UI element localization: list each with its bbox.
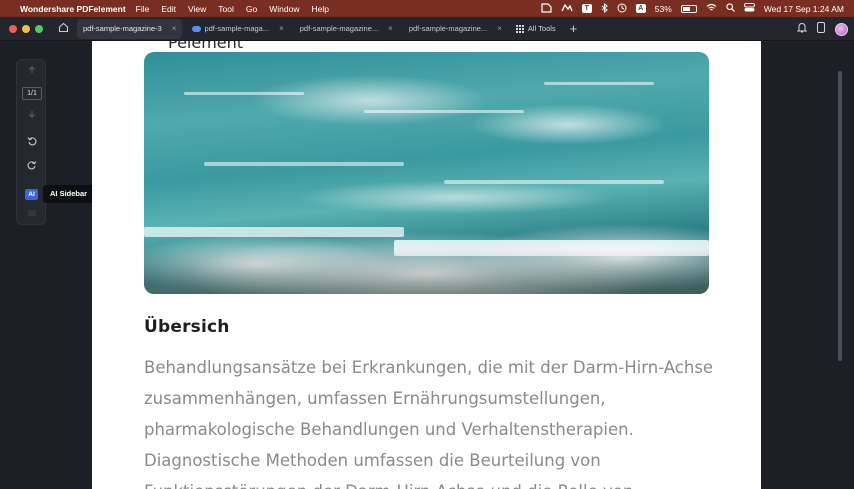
menu-edit[interactable]: Edit — [161, 4, 176, 14]
body-line: zusammenhängen, umfassen Ernährungsumste… — [144, 389, 606, 408]
all-tools-tab[interactable]: All Tools — [515, 24, 556, 33]
cloud-sync-icon[interactable] — [561, 3, 573, 15]
avatar[interactable] — [835, 22, 848, 36]
page-navigation-toolbar: 1/1 AI — [16, 59, 46, 225]
tab-document-1[interactable]: pdf-sample-magazine-3 × — [77, 18, 183, 39]
cloud-icon — [192, 25, 202, 32]
more-icon[interactable] — [17, 208, 47, 218]
tab-label: pdf-sample-maga... — [204, 24, 270, 33]
body-line: Diagnostische Methoden umfassen die Beur… — [144, 451, 601, 470]
tab-document-4[interactable]: pdf-sample-magazine... × — [403, 19, 508, 39]
menubar-status-area: T A 53% Wed 17 Sep 1:24 AM — [541, 0, 844, 17]
tab-label: pdf-sample-magazine... — [408, 24, 488, 33]
all-tools-label: All Tools — [527, 24, 556, 33]
body-line: Funktionsstörungen der Darm-Hirn-Achse u… — [144, 476, 724, 489]
menu-tool[interactable]: Tool — [218, 4, 234, 14]
bell-icon[interactable] — [796, 22, 808, 36]
menu-help[interactable]: Help — [311, 4, 328, 14]
control-center-icon[interactable] — [743, 3, 755, 14]
tab-label: pdf-sample-magazine-3 — [83, 24, 162, 33]
rotate-left-icon[interactable] — [17, 136, 47, 148]
search-icon[interactable] — [726, 3, 735, 14]
ai-sidebar-tooltip: AI Sidebar — [43, 185, 95, 203]
ai-sidebar-button[interactable]: AI — [25, 189, 38, 200]
menu-file[interactable]: File — [136, 4, 150, 14]
battery-percent: 53% — [654, 3, 672, 14]
pdfelement-icon[interactable] — [541, 2, 552, 15]
menu-go[interactable]: Go — [246, 4, 257, 14]
close-tab-icon[interactable]: × — [388, 24, 393, 33]
text-icon[interactable]: T — [581, 4, 592, 13]
timer-icon[interactable] — [617, 3, 627, 15]
menu-view[interactable]: View — [188, 4, 206, 14]
close-tab-icon[interactable]: × — [497, 24, 502, 33]
battery-icon[interactable] — [680, 4, 697, 13]
tab-document-3[interactable]: pdf-sample-magazine... × — [294, 19, 399, 39]
page-indicator[interactable]: 1/1 — [22, 87, 42, 100]
rotate-right-icon[interactable] — [17, 160, 47, 172]
tab-bar: pdf-sample-magazine-3 × pdf-sample-maga.… — [0, 17, 854, 41]
body-line: pharmakologische Behandlungen und Verhal… — [144, 420, 634, 439]
vertical-scrollbar[interactable] — [838, 71, 842, 361]
grid-icon — [515, 24, 524, 33]
tabbar-right-controls — [796, 17, 848, 41]
section-title: Übersich — [144, 317, 230, 337]
app-name-menu[interactable]: Wondershare PDFelement — [20, 4, 126, 14]
page-up-icon[interactable] — [17, 66, 47, 76]
window-controls — [9, 24, 43, 33]
datetime[interactable]: Wed 17 Sep 1:24 AM — [764, 4, 844, 14]
body-paragraph: Behandlungsansätze bei Erkrankungen, die… — [144, 352, 724, 489]
macos-menu-bar: Wondershare PDFelement File Edit View To… — [0, 0, 854, 17]
close-tab-icon[interactable]: × — [172, 24, 177, 33]
close-tab-icon[interactable]: × — [279, 24, 284, 33]
menu-window[interactable]: Window — [269, 4, 299, 14]
ocean-waves-image — [144, 52, 709, 294]
wifi-icon[interactable] — [706, 3, 717, 14]
keyboard-input-icon[interactable]: A — [635, 4, 646, 13]
device-icon[interactable] — [817, 22, 825, 36]
pdf-page[interactable]: Pelement Übersich Behandlungsansätze bei… — [92, 41, 761, 489]
tab-label: pdf-sample-magazine... — [299, 24, 379, 33]
close-window-button[interactable] — [9, 24, 17, 33]
document-workspace: 1/1 AI AI Sidebar Pelement Übersich Beha… — [0, 41, 854, 489]
home-icon[interactable] — [53, 22, 73, 36]
new-tab-button[interactable]: + — [570, 21, 578, 36]
body-line: Behandlungsansätze bei Erkrankungen, die… — [144, 358, 714, 377]
bluetooth-icon[interactable] — [601, 2, 608, 15]
minimize-window-button[interactable] — [22, 24, 30, 33]
page-down-icon[interactable] — [17, 110, 47, 120]
maximize-window-button[interactable] — [35, 24, 43, 33]
document-top-heading: Pelement — [168, 41, 244, 52]
tab-document-2[interactable]: pdf-sample-maga... × — [186, 19, 289, 39]
